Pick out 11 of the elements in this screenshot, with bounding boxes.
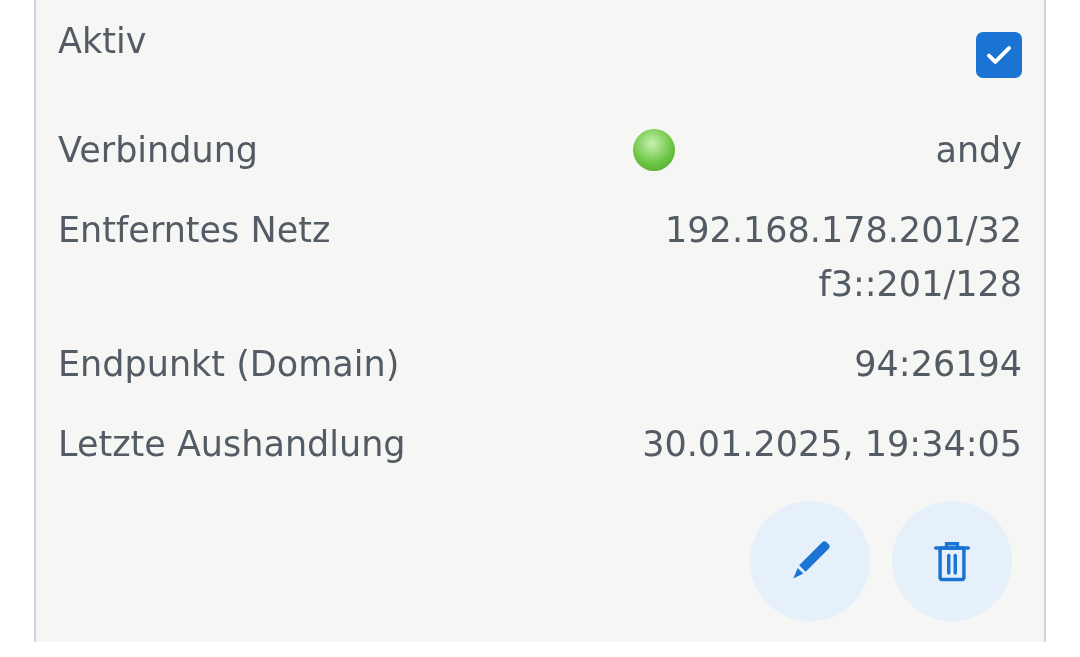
field-label: Endpunkt (Domain)	[58, 343, 400, 386]
field-label: Letzte Aushandlung	[58, 423, 406, 466]
field-value: f3::201/128	[818, 263, 1022, 306]
field-value: andy	[935, 129, 1022, 172]
field-label: Entferntes Netz	[58, 209, 331, 252]
field-value: 94:26194	[854, 343, 1022, 386]
field-label: Verbindung	[58, 129, 259, 172]
field-value: 192.168.178.201/32	[665, 209, 1022, 252]
field-value: 30.01.2025, 19:34:05	[642, 423, 1022, 466]
active-label: Aktiv	[58, 20, 147, 63]
active-checkbox[interactable]	[976, 32, 1022, 78]
